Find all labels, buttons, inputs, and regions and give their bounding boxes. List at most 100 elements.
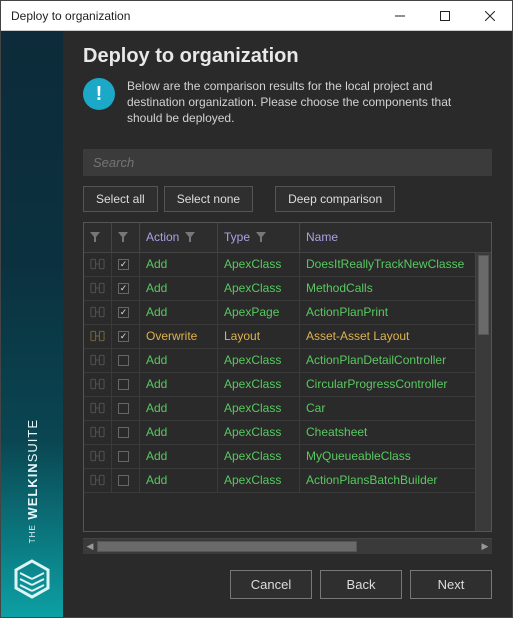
diff-icon-cell[interactable]: [84, 301, 112, 324]
checkbox-cell[interactable]: ✓: [112, 397, 140, 420]
table-row[interactable]: ✓AddApexClassCircularProgressController: [84, 373, 475, 397]
checkbox[interactable]: ✓: [118, 259, 129, 270]
col-diff[interactable]: [84, 223, 112, 252]
diff-icon-cell[interactable]: [84, 277, 112, 300]
close-button[interactable]: [467, 1, 512, 30]
close-icon: [485, 11, 495, 21]
table-row[interactable]: ✓ AddApexClassActionPlansBatchBuilder: [84, 469, 475, 493]
minimize-icon: [395, 11, 405, 21]
name-cell: ActionPlanDetailController: [300, 349, 475, 372]
intro-row: ! Below are the comparison results for t…: [83, 78, 492, 127]
action-cell: Add: [140, 349, 218, 372]
diff-icon-cell[interactable]: [84, 325, 112, 348]
checkbox-cell[interactable]: ✓: [112, 349, 140, 372]
checkbox[interactable]: ✓: [118, 379, 129, 390]
table-row[interactable]: ✓AddApexClassDoesItReallyTrackNewClasse: [84, 253, 475, 277]
maximize-icon: [440, 11, 450, 21]
checkbox-cell[interactable]: ✓: [112, 421, 140, 444]
minimize-button[interactable]: [377, 1, 422, 30]
type-cell: ApexClass: [218, 349, 300, 372]
footer: Cancel Back Next: [63, 554, 512, 617]
diff-icon-cell[interactable]: [84, 349, 112, 372]
col-name[interactable]: Name: [300, 223, 491, 252]
checkbox[interactable]: ✓: [118, 475, 129, 486]
diff-icon-cell[interactable]: [84, 397, 112, 420]
action-buttons-row: Select all Select none Deep comparison: [83, 186, 492, 212]
diff-icon-cell[interactable]: [84, 253, 112, 276]
type-cell: ApexClass: [218, 277, 300, 300]
checkbox-cell[interactable]: ✓: [112, 445, 140, 468]
checkbox-cell[interactable]: ✓: [112, 253, 140, 276]
vertical-scrollbar[interactable]: [475, 253, 491, 531]
next-button[interactable]: Next: [410, 570, 492, 599]
table-row[interactable]: ✓AddApexClassMethodCalls: [84, 277, 475, 301]
components-grid: Action Type Name ✓AddApexClassDoesItReal…: [83, 222, 492, 532]
type-cell: ApexClass: [218, 469, 300, 492]
grid-header: Action Type Name: [84, 223, 491, 253]
deep-comparison-button[interactable]: Deep comparison: [275, 186, 395, 212]
name-cell: Cheatsheet: [300, 421, 475, 444]
name-cell: ActionPlansBatchBuilder: [300, 469, 475, 492]
checkbox[interactable]: ✓: [118, 331, 129, 342]
brand-line2: WELKIN: [25, 462, 40, 519]
checkbox[interactable]: ✓: [118, 427, 129, 438]
type-cell: ApexClass: [218, 373, 300, 396]
col-name-label: Name: [306, 230, 338, 244]
type-cell: Layout: [218, 325, 300, 348]
action-cell: Add: [140, 301, 218, 324]
table-row[interactable]: ✓ AddApexClassCheatsheet: [84, 421, 475, 445]
checkbox-cell[interactable]: ✓: [112, 277, 140, 300]
table-row[interactable]: ✓AddApexPageActionPlanPrint: [84, 301, 475, 325]
grid-body: ✓AddApexClassDoesItReallyTrackNewClasse✓…: [84, 253, 475, 531]
type-cell: ApexClass: [218, 421, 300, 444]
diff-icon-cell[interactable]: [84, 421, 112, 444]
checkbox[interactable]: ✓: [118, 403, 129, 414]
checkbox[interactable]: ✓: [118, 283, 129, 294]
name-cell: MyQueueableClass: [300, 445, 475, 468]
checkbox[interactable]: ✓: [118, 307, 129, 318]
scroll-right-arrow-icon[interactable]: ▶: [478, 539, 492, 554]
name-cell: ActionPlanPrint: [300, 301, 475, 324]
col-type[interactable]: Type: [218, 223, 300, 252]
table-row[interactable]: ✓AddApexClassCar: [84, 397, 475, 421]
select-none-button[interactable]: Select none: [164, 186, 253, 212]
col-action-label: Action: [146, 230, 179, 244]
vertical-scrollbar-thumb[interactable]: [478, 255, 489, 335]
filter-icon: [118, 232, 128, 242]
grid-body-wrap: ✓AddApexClassDoesItReallyTrackNewClasse✓…: [84, 253, 491, 531]
window-title: Deploy to organization: [11, 9, 377, 23]
action-cell: Add: [140, 421, 218, 444]
checkbox-cell[interactable]: ✓: [112, 373, 140, 396]
checkbox[interactable]: ✓: [118, 451, 129, 462]
diff-icon-cell[interactable]: [84, 469, 112, 492]
brand-logo-icon: [10, 557, 54, 601]
col-check[interactable]: [112, 223, 140, 252]
header-area: Deploy to organization ! Below are the c…: [63, 31, 512, 149]
table-row[interactable]: ✓OverwriteLayoutAsset-Asset Layout: [84, 325, 475, 349]
brand-text: THE WELKINSUITE: [25, 419, 40, 543]
select-all-button[interactable]: Select all: [83, 186, 158, 212]
search-input[interactable]: [91, 154, 484, 171]
type-cell: ApexClass: [218, 253, 300, 276]
horizontal-scrollbar[interactable]: ◀ ▶: [83, 538, 492, 554]
filter-icon: [256, 232, 266, 242]
checkbox-cell[interactable]: ✓: [112, 469, 140, 492]
diff-icon-cell[interactable]: [84, 373, 112, 396]
name-cell: Asset-Asset Layout: [300, 325, 475, 348]
back-button[interactable]: Back: [320, 570, 402, 599]
diff-icon-cell[interactable]: [84, 445, 112, 468]
checkbox-cell[interactable]: ✓: [112, 325, 140, 348]
cancel-button[interactable]: Cancel: [230, 570, 312, 599]
horizontal-scrollbar-thumb[interactable]: [97, 541, 357, 552]
action-cell: Add: [140, 469, 218, 492]
checkbox[interactable]: ✓: [118, 355, 129, 366]
name-cell: MethodCalls: [300, 277, 475, 300]
checkbox-cell[interactable]: ✓: [112, 301, 140, 324]
table-row[interactable]: ✓ AddApexClassActionPlanDetailController: [84, 349, 475, 373]
table-row[interactable]: ✓AddApexClassMyQueueableClass: [84, 445, 475, 469]
col-action[interactable]: Action: [140, 223, 218, 252]
content: Deploy to organization ! Below are the c…: [63, 31, 512, 617]
maximize-button[interactable]: [422, 1, 467, 30]
scroll-left-arrow-icon[interactable]: ◀: [83, 539, 97, 554]
col-type-label: Type: [224, 230, 250, 244]
